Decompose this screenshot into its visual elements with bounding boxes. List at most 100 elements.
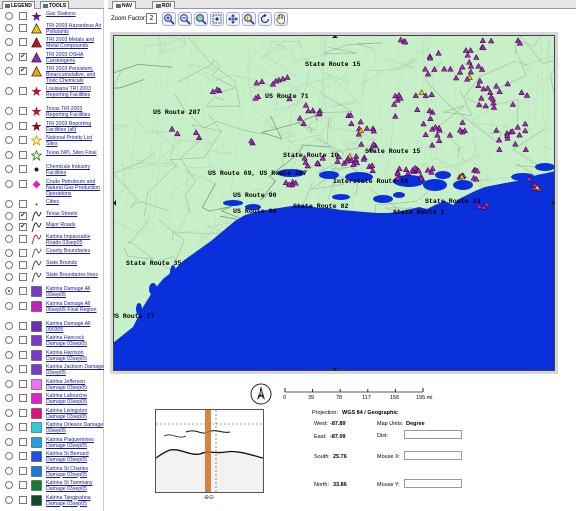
layer-label[interactable]: TRI 2003 Persistent, Bioaccumulative, an…: [46, 66, 104, 84]
layer-label[interactable]: State Bounds: [46, 260, 104, 266]
layer-active-radio[interactable]: [5, 150, 13, 159]
layer-active-radio[interactable]: [5, 394, 13, 403]
layer-active-radio[interactable]: [5, 52, 13, 61]
layer-active-radio[interactable]: [5, 466, 13, 475]
layer-label[interactable]: Katrina Plaquemines Damage 03sep05: [46, 437, 104, 449]
layer-label[interactable]: Katrina Lafourche Damage 03sep05: [46, 393, 104, 405]
layer-active-radio[interactable]: [5, 234, 13, 243]
layer-label[interactable]: State Boundaries lines: [46, 272, 104, 278]
layer-visibility-checkbox[interactable]: [19, 249, 27, 258]
layer-label[interactable]: Katrina Jackson Damage 03sep05: [46, 364, 104, 376]
layer-active-radio[interactable]: [5, 179, 13, 188]
layer-active-radio[interactable]: [5, 481, 13, 490]
layer-label[interactable]: Louisiana TRI 2003 Reporting Facilities: [46, 86, 104, 98]
layer-active-radio[interactable]: [5, 452, 13, 461]
layer-visibility-checkbox[interactable]: [19, 321, 27, 330]
layer-active-radio[interactable]: [5, 301, 13, 310]
zoom-factor-input[interactable]: 2: [146, 13, 157, 24]
layer-label[interactable]: County Boundaries: [46, 248, 104, 254]
layer-active-radio[interactable]: [5, 287, 13, 296]
layer-visibility-checkbox[interactable]: [19, 165, 27, 174]
layer-visibility-checkbox[interactable]: [19, 261, 27, 269]
layer-label[interactable]: Katrina Harrison Damage 03sep05: [46, 350, 104, 362]
layer-visibility-checkbox[interactable]: [19, 211, 27, 220]
layer-visibility-checkbox[interactable]: [19, 365, 27, 374]
layer-label[interactable]: Katrina St Charles Damage 03sep05: [46, 466, 104, 478]
layer-visibility-checkbox[interactable]: [19, 495, 27, 504]
layer-active-radio[interactable]: [5, 136, 13, 145]
layer-label[interactable]: TRI 2003 Hazardous Air Pollutants: [46, 23, 104, 35]
mouse-y-field[interactable]: [404, 479, 462, 488]
pan-south-arrow[interactable]: [332, 368, 338, 371]
layer-active-radio[interactable]: [5, 437, 13, 446]
layer-label[interactable]: Katrina Hancock Damage 03sep05: [46, 335, 104, 347]
layer-active-radio[interactable]: [5, 165, 13, 174]
layer-active-radio[interactable]: [5, 249, 13, 258]
overview-zoom-tools[interactable]: ⊕⊖: [204, 494, 214, 501]
layer-visibility-checkbox[interactable]: [19, 394, 27, 403]
layer-active-radio[interactable]: [5, 199, 13, 208]
layer-active-radio[interactable]: [5, 87, 13, 96]
layer-active-radio[interactable]: [5, 408, 13, 417]
layer-label[interactable]: Chemicals Industry Facilities: [46, 164, 104, 176]
layer-visibility-checkbox[interactable]: [19, 437, 27, 446]
layer-active-radio[interactable]: [5, 211, 13, 220]
layer-visibility-checkbox[interactable]: [19, 481, 27, 490]
layer-visibility-checkbox[interactable]: [19, 150, 27, 159]
layer-visibility-checkbox[interactable]: [19, 423, 27, 432]
layer-active-radio[interactable]: [5, 379, 13, 388]
layer-visibility-checkbox[interactable]: [19, 179, 27, 188]
overview-canvas[interactable]: [156, 410, 263, 492]
layer-visibility-checkbox[interactable]: [19, 234, 27, 243]
layer-visibility-checkbox[interactable]: [19, 66, 27, 76]
layer-label[interactable]: Major Roads: [46, 222, 104, 228]
tab-legend[interactable]: LEGEND: [2, 1, 35, 9]
hand-button[interactable]: [274, 12, 288, 26]
layer-label[interactable]: National Priority List Sites: [46, 135, 104, 147]
layer-visibility-checkbox[interactable]: [19, 23, 27, 32]
overview-map[interactable]: [155, 409, 264, 493]
layer-label[interactable]: Katrina Tangipahoa Damage 03sep05: [46, 495, 104, 507]
layer-active-radio[interactable]: [5, 321, 13, 330]
layer-visibility-checkbox[interactable]: [19, 336, 27, 345]
layer-visibility-checkbox[interactable]: [19, 350, 27, 359]
layer-active-radio[interactable]: [5, 38, 13, 47]
layer-visibility-checkbox[interactable]: [19, 38, 27, 47]
layer-active-radio[interactable]: [5, 12, 13, 20]
layer-active-radio[interactable]: [5, 67, 13, 76]
pan-east-arrow[interactable]: [552, 200, 555, 206]
layer-active-radio[interactable]: [5, 336, 13, 345]
pan-button[interactable]: [226, 12, 240, 26]
layer-visibility-checkbox[interactable]: [19, 222, 27, 232]
refresh-button[interactable]: [258, 12, 272, 26]
layer-label[interactable]: Katrina St Tammany Damage 03sep05: [46, 480, 104, 492]
zoom-full-button[interactable]: [194, 12, 208, 26]
layer-label[interactable]: TRI 2003 OSHA Carcinogens: [46, 52, 104, 64]
zoom-in-button[interactable]: [162, 12, 176, 26]
layer-active-radio[interactable]: [5, 107, 13, 116]
layer-label[interactable]: Katrina Orleans Damage 03sep05: [46, 422, 104, 434]
layer-active-radio[interactable]: [5, 495, 13, 504]
layer-visibility-checkbox[interactable]: [19, 12, 27, 20]
tab-nav[interactable]: NAV: [112, 1, 137, 9]
layer-visibility-checkbox[interactable]: [19, 199, 27, 208]
layer-active-radio[interactable]: [5, 223, 13, 232]
layer-label[interactable]: Katrina Jefferson Damage 03sep05: [46, 379, 104, 391]
layer-visibility-checkbox[interactable]: [19, 136, 27, 145]
layer-visibility-checkbox[interactable]: [19, 52, 27, 61]
layer-active-radio[interactable]: [5, 350, 13, 359]
layer-visibility-checkbox[interactable]: [19, 408, 27, 417]
layer-label[interactable]: Katrina St Bernard Damage 03sep05: [46, 451, 104, 463]
overview-zoom-out-icon[interactable]: ⊖: [209, 495, 214, 501]
zoom-extent-button[interactable]: [210, 12, 224, 26]
layer-label[interactable]: Katrina Livingston Damage 03sep05: [46, 408, 104, 420]
tab-roi[interactable]: ROI: [152, 1, 175, 9]
layer-active-radio[interactable]: [5, 365, 13, 374]
layer-label[interactable]: Texas TRI 2003 Reporting Facilities: [46, 106, 104, 118]
layer-label[interactable]: TRI 2003 Reporting Facilities (all): [46, 121, 104, 133]
layer-label[interactable]: Gas Stations: [46, 11, 104, 17]
zoom-out-button[interactable]: [178, 12, 192, 26]
layer-visibility-checkbox[interactable]: [19, 87, 27, 96]
pan-west-arrow[interactable]: [113, 200, 116, 206]
layer-visibility-checkbox[interactable]: [19, 379, 27, 388]
